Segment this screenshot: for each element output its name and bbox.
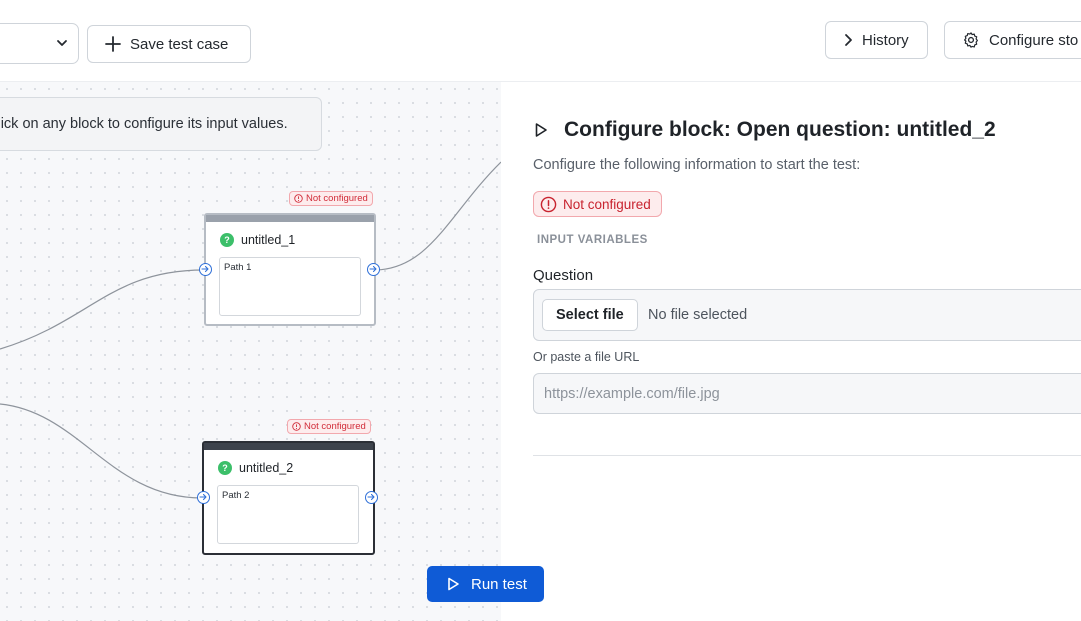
alert-circle-icon: [540, 196, 557, 212]
node-title-text: untitled_2: [239, 461, 294, 475]
run-test-label: Run test: [471, 575, 527, 593]
file-url-input[interactable]: [533, 373, 1081, 414]
gear-icon: [964, 32, 978, 48]
save-test-case-label: Save test case: [130, 35, 229, 53]
node-output-port[interactable]: [367, 263, 380, 276]
node-path-label: Path 2: [222, 490, 250, 501]
node-input-port[interactable]: [199, 263, 212, 276]
node-header-bar: [206, 215, 374, 222]
save-test-case-button[interactable]: Save test case: [87, 25, 251, 63]
node-path: Path 2: [217, 485, 359, 544]
file-upload-field[interactable]: Select file No file selected: [533, 289, 1081, 341]
history-button[interactable]: History: [825, 21, 928, 59]
configure-button[interactable]: Configure sto: [944, 21, 1081, 59]
flow-node-untitled-2[interactable]: ? untitled_2 Path 2: [202, 441, 375, 555]
node-path-label: Path 1: [224, 262, 252, 273]
file-status: No file selected: [648, 307, 748, 323]
alert-circle-icon: [294, 194, 303, 203]
arrow-right-icon: [201, 265, 209, 273]
select-file-button[interactable]: Select file: [542, 299, 638, 331]
panel-title-text: Configure block: Open question: untitled…: [564, 118, 996, 141]
play-outline-icon: [535, 123, 547, 137]
configure-label: Configure sto: [989, 31, 1079, 49]
chevron-right-icon: [845, 34, 852, 46]
panel-divider: [533, 455, 1081, 456]
play-icon: [448, 577, 459, 591]
test-case-select[interactable]: [0, 23, 79, 64]
question-icon: ?: [220, 233, 234, 247]
node-status-badge: Not configured: [289, 191, 373, 206]
plus-icon: [105, 36, 121, 52]
file-url-label: Or paste a file URL: [533, 350, 640, 364]
arrow-right-icon: [199, 493, 207, 501]
status-badge-text: Not configured: [563, 196, 651, 212]
node-status-text: Not configured: [304, 421, 366, 432]
node-status-text: Not configured: [306, 193, 368, 204]
panel-subtitle: Configure the following information to s…: [533, 157, 861, 173]
node-title: ? untitled_1: [220, 233, 295, 247]
configure-panel: Configure block: Open question: untitled…: [501, 82, 1081, 621]
node-header-bar: [204, 443, 373, 450]
history-label: History: [862, 31, 909, 49]
section-heading: INPUT VARIABLES: [537, 234, 648, 246]
node-path: Path 1: [219, 257, 361, 316]
node-output-port[interactable]: [365, 491, 378, 504]
arrow-right-icon: [369, 265, 377, 273]
node-title: ? untitled_2: [218, 461, 293, 475]
question-label: Question: [533, 267, 594, 284]
run-test-button[interactable]: Run test: [427, 566, 544, 602]
alert-circle-icon: [292, 422, 301, 431]
flow-node-untitled-1[interactable]: ? untitled_1 Path 1: [204, 213, 376, 326]
node-status-badge: Not configured: [287, 419, 371, 434]
node-input-port[interactable]: [197, 491, 210, 504]
flow-canvas[interactable]: Click on any block to configure its inpu…: [0, 82, 501, 621]
status-badge: Not configured: [533, 191, 662, 217]
chevron-down-icon: [57, 40, 67, 46]
node-title-text: untitled_1: [241, 233, 296, 247]
canvas-hint: Click on any block to configure its inpu…: [0, 97, 322, 151]
panel-title: Configure block: Open question: untitled…: [533, 118, 996, 142]
top-toolbar: Save test case History Configure sto: [0, 0, 1081, 82]
canvas-hint-text: Click on any block to configure its inpu…: [0, 116, 288, 132]
question-icon: ?: [218, 461, 232, 475]
arrow-right-icon: [367, 493, 375, 501]
